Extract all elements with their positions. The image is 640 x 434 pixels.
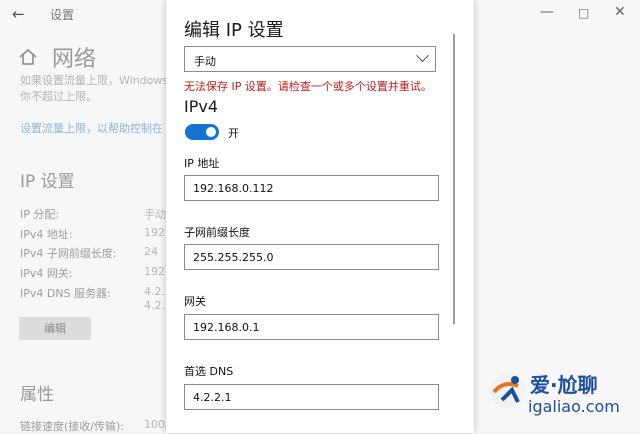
chevron-down-icon — [416, 49, 429, 63]
gateway-input[interactable] — [184, 314, 439, 340]
minimize-icon[interactable]: — — [540, 4, 554, 20]
ip-settings-heading: IP 设置 — [20, 172, 75, 192]
page-title: 网络 — [52, 47, 97, 72]
data-limit-text-2: 你不超过上限。 — [20, 90, 97, 103]
scrollbar[interactable] — [453, 34, 455, 324]
ipv4-address-value: 192. — [144, 226, 169, 239]
subnet-prefix-label: 子网前缀长度 — [184, 226, 250, 239]
ip-mode-value: 手动 — [194, 55, 216, 68]
close-icon[interactable]: ✕ — [614, 4, 626, 20]
data-limit-text: 如果设置流量上限，Windows — [20, 74, 169, 87]
home-icon — [19, 49, 37, 65]
preferred-dns-input[interactable] — [184, 384, 439, 410]
ipv4-prefix-value: 24 — [144, 245, 158, 258]
ip-mode-select[interactable]: 手动 — [184, 46, 436, 72]
link-speed-label: 链接速度(接收/传输): — [20, 420, 124, 433]
preferred-dns-label: 首选 DNS — [184, 365, 234, 378]
ip-assignment-value: 手动 — [144, 208, 166, 221]
ipv4-dns-label: IPv4 DNS 服务器: — [20, 287, 111, 300]
set-data-limit-link[interactable]: 设置流量上限，以帮助控制在 — [20, 120, 163, 136]
ip-address-label: IP 地址 — [184, 157, 220, 170]
ipv4-prefix-label: IPv4 子网前缀长度: — [20, 247, 117, 260]
ip-address-input[interactable] — [184, 175, 439, 201]
ipv4-address-label: IPv4 地址: — [20, 228, 73, 241]
ipv4-toggle[interactable] — [185, 124, 219, 140]
link-speed-value: 100/ — [144, 418, 169, 431]
watermark-text: 爱·尬聊 — [530, 373, 598, 397]
window-title: 设置 — [50, 8, 75, 22]
ipv4-heading: IPv4 — [184, 97, 219, 116]
watermark-domain: igaliao.com — [528, 397, 620, 416]
dialog-title: 编辑 IP 设置 — [184, 20, 284, 41]
maximize-icon[interactable]: □ — [578, 6, 589, 20]
ipv4-gateway-value: 192. — [144, 265, 169, 278]
ipv4-gateway-label: IPv4 网关: — [20, 267, 73, 280]
properties-heading: 属性 — [20, 385, 54, 405]
gateway-label: 网关 — [184, 295, 206, 308]
edit-button[interactable]: 编辑 — [19, 317, 91, 340]
watermark-logo-icon — [490, 372, 526, 408]
error-message: 无法保存 IP 设置。请检查一个或多个设置并重试。 — [184, 80, 432, 93]
back-arrow-icon[interactable]: ← — [12, 5, 25, 23]
subnet-prefix-input[interactable] — [184, 244, 439, 270]
edit-ip-dialog: 编辑 IP 设置 手动 无法保存 IP 设置。请检查一个或多个设置并重试。 IP… — [166, 0, 474, 433]
toggle-label: 开 — [228, 127, 239, 140]
ip-assignment-label: IP 分配: — [20, 208, 60, 221]
toggle-knob — [206, 127, 216, 137]
